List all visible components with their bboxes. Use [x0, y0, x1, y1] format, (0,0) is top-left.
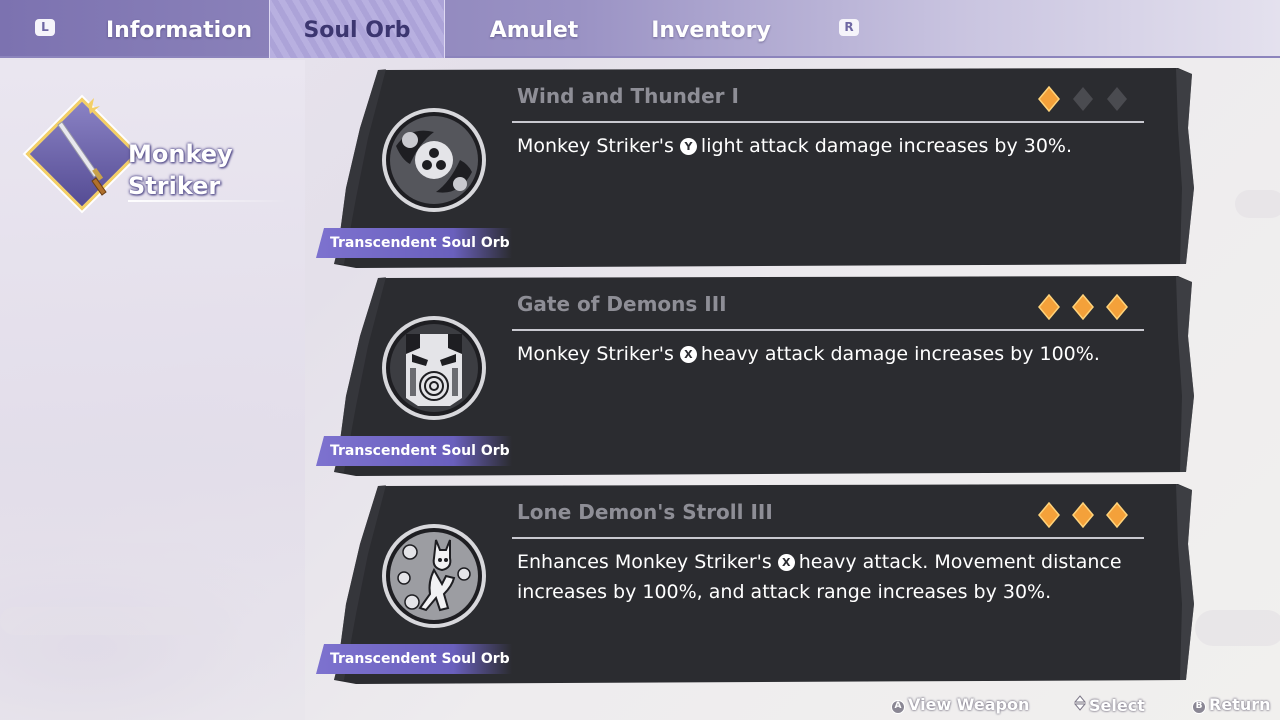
description-text: Monkey Striker's [517, 135, 674, 157]
rarity-diamond-filled-icon [1106, 294, 1128, 320]
tomoe-orb-icon [382, 108, 486, 212]
view-weapon-hint[interactable]: A View Weapon [891, 695, 1029, 717]
return-hint[interactable]: B Return [1192, 695, 1271, 717]
soul-orb-description: Enhances Monkey Striker's Xheavy attack. … [517, 547, 1157, 607]
soul-orb-title: Wind and Thunder I [517, 84, 739, 108]
background-cloud [1235, 190, 1280, 218]
select-label: Select [1089, 696, 1145, 715]
rarity-diamond-filled-icon [1038, 294, 1060, 320]
rarity-diamond-filled-icon [1106, 502, 1128, 528]
orb-tier-tag: Transcendent Soul Orb [316, 436, 512, 466]
soul-orb-title: Gate of Demons III [517, 292, 727, 316]
tab-information[interactable]: Information [88, 0, 270, 58]
soul-orb-description: Monkey Striker's Xheavy attack damage inc… [517, 339, 1157, 369]
x-button-icon: X [679, 346, 697, 363]
background-cloud [1195, 610, 1280, 646]
card-divider [512, 329, 1144, 331]
soul-orb-card[interactable]: Lone Demon's Stroll III Enhances Monkey … [316, 484, 1196, 684]
demon-gate-orb-icon [382, 316, 486, 420]
lone-demon-orb-icon [382, 524, 486, 628]
description-text: Enhances Monkey Striker's [517, 551, 772, 573]
rarity-diamond-filled-icon [1038, 502, 1060, 528]
rarity-diamond-empty-icon [1107, 87, 1127, 111]
card-divider [512, 537, 1144, 539]
description-text: Monkey Striker's [517, 343, 674, 365]
a-button-icon: A [891, 700, 905, 714]
rarity-diamond-filled-icon [1072, 294, 1094, 320]
x-button-icon: X [777, 554, 795, 571]
r-shoulder-button[interactable]: R [839, 19, 859, 36]
weapon-divider [128, 200, 288, 202]
tab-bar: L Information Soul Orb Amulet Inventory … [0, 0, 1280, 58]
description-text: light attack damage increases by 30%. [700, 135, 1073, 157]
tab-soul-orb[interactable]: Soul Orb [269, 0, 445, 58]
weapon-name-line1: Monkey [128, 140, 233, 168]
soul-orb-title: Lone Demon's Stroll III [517, 500, 773, 524]
orb-tier-tag: Transcendent Soul Orb [316, 644, 512, 674]
tab-inventory[interactable]: Inventory [622, 0, 800, 58]
view-weapon-label: View Weapon [908, 695, 1030, 714]
description-text: heavy attack damage increases by 100%. [700, 343, 1100, 365]
soul-orb-card[interactable]: Wind and Thunder I Monkey Striker's Yligh… [316, 68, 1196, 268]
rarity-diamond-filled-icon [1072, 502, 1094, 528]
soul-orb-description: Monkey Striker's Ylight attack damage inc… [517, 131, 1157, 161]
dpad-up-down-icon [1074, 695, 1086, 711]
rarity-diamond-empty-icon [1073, 87, 1093, 111]
b-button-icon: B [1192, 700, 1206, 714]
card-divider [512, 121, 1144, 123]
rarity-diamond-filled-icon [1038, 86, 1060, 112]
l-shoulder-button[interactable]: L [35, 19, 55, 36]
tab-amulet[interactable]: Amulet [446, 0, 622, 58]
soul-orb-card[interactable]: Gate of Demons III Monkey Striker's Xheav… [316, 276, 1196, 476]
y-button-icon: Y [679, 138, 697, 155]
return-label: Return [1209, 695, 1271, 714]
weapon-name: Monkey Striker [128, 138, 288, 202]
select-hint[interactable]: Select [1074, 695, 1145, 717]
katana-icon [57, 98, 107, 196]
weapon-name-line2: Striker [128, 172, 221, 200]
orb-tier-tag: Transcendent Soul Orb [316, 228, 512, 258]
